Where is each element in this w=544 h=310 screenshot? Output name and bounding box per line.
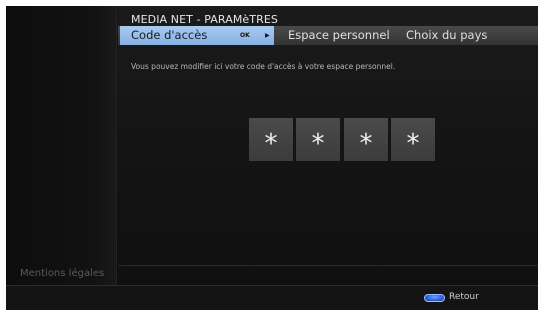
code-digit-2[interactable]: * bbox=[296, 118, 340, 161]
tab-country-choice[interactable]: Choix du pays bbox=[406, 26, 487, 45]
arrow-right-icon: ▶ bbox=[265, 32, 270, 39]
legal-notices-link[interactable]: Mentions légales bbox=[20, 268, 104, 279]
ok-button-icon: OK bbox=[240, 32, 250, 39]
blue-key-icon[interactable] bbox=[424, 294, 445, 302]
back-button-label[interactable]: Retour bbox=[449, 292, 479, 302]
code-digit-4[interactable]: * bbox=[391, 118, 435, 161]
code-digit-3[interactable]: * bbox=[344, 118, 388, 161]
tab-personal-space[interactable]: Espace personnel bbox=[288, 26, 390, 45]
page-title: MEDIA NET - PARAMèTRES bbox=[131, 13, 278, 26]
tab-access-code[interactable]: Code d'accès OK ▶ bbox=[120, 26, 274, 45]
footer-bar: Retour bbox=[6, 285, 538, 310]
description-text: Vous pouvez modifier ici votre code d'ac… bbox=[131, 62, 396, 71]
app-frame: Mentions légales MEDIA NET - PARAMèTRES … bbox=[6, 6, 538, 310]
sidebar: Mentions légales bbox=[6, 6, 117, 285]
divider bbox=[118, 265, 538, 266]
tab-bar: Code d'accès OK ▶ Espace personnel Choix… bbox=[118, 26, 538, 45]
code-digit-1[interactable]: * bbox=[249, 118, 293, 161]
tab-label: Code d'accès bbox=[131, 28, 208, 42]
settings-panel: MEDIA NET - PARAMèTRES Code d'accès OK ▶… bbox=[118, 6, 538, 285]
